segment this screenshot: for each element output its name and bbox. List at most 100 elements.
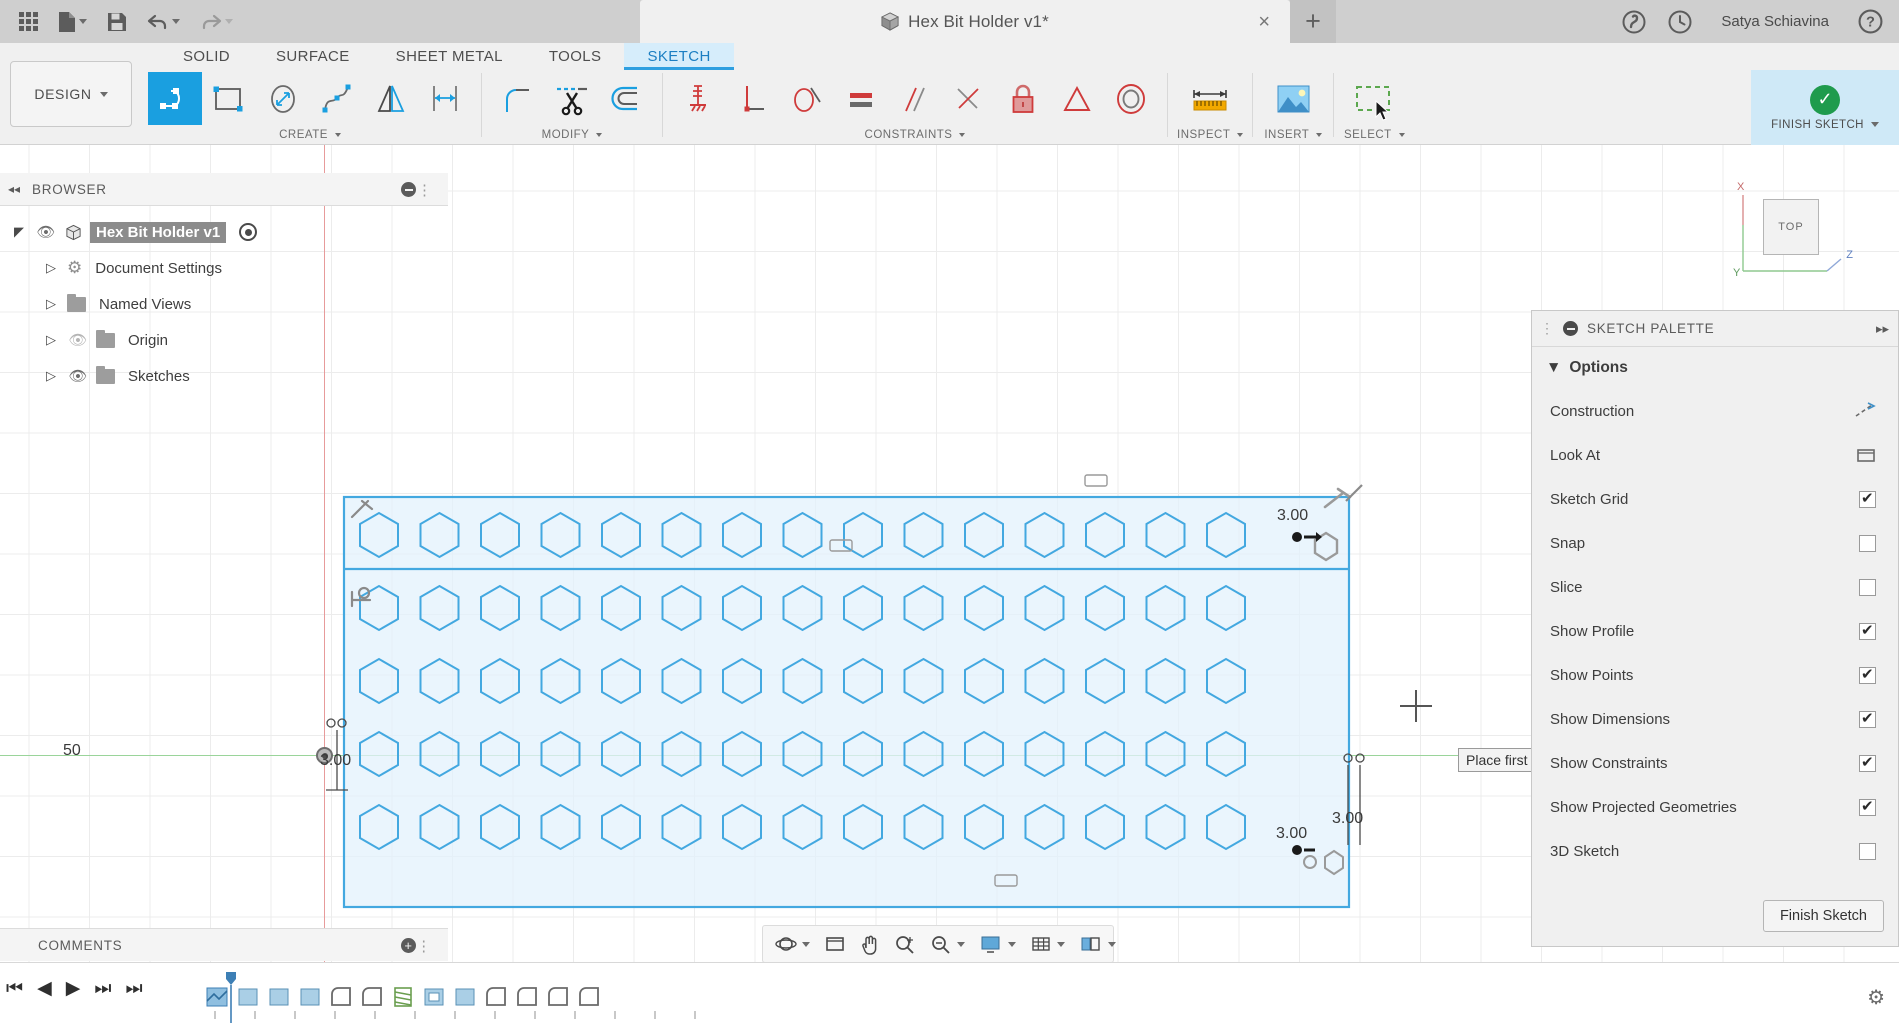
- sketch-grid-checkbox[interactable]: [1859, 491, 1876, 508]
- show-points-checkbox[interactable]: [1859, 667, 1876, 684]
- tab-tools[interactable]: TOOLS: [526, 43, 625, 70]
- fillet-tool-icon[interactable]: [491, 72, 545, 125]
- symmetry-constraint-icon[interactable]: [1050, 72, 1104, 125]
- browser-collapse-icon[interactable]: [401, 182, 416, 197]
- equal-constraint-icon[interactable]: [834, 72, 888, 125]
- snap-checkbox[interactable]: [1859, 535, 1876, 552]
- modify-group-label[interactable]: MODIFY: [542, 129, 603, 141]
- apps-grid-icon[interactable]: [10, 0, 47, 43]
- step-forward-button[interactable]: ⏭: [94, 978, 111, 1000]
- expand-triangle-icon[interactable]: ▷: [42, 296, 60, 312]
- tree-node-root[interactable]: ◤ 👁 Hex Bit Holder v1: [0, 214, 448, 250]
- line-tool-icon[interactable]: [148, 72, 202, 125]
- settings-gear-icon[interactable]: ⚙: [1867, 985, 1885, 1010]
- fillet-feature[interactable]: [360, 985, 384, 1009]
- expand-right-icon[interactable]: ▸▸: [1876, 321, 1889, 337]
- expand-triangle-icon[interactable]: ▷: [42, 368, 60, 384]
- recent-clock-icon[interactable]: [1659, 0, 1701, 43]
- palette-row-look-at[interactable]: Look At: [1532, 433, 1898, 477]
- visibility-eye-icon[interactable]: 👁: [67, 367, 89, 385]
- step-back-button[interactable]: ◀: [37, 977, 52, 1000]
- activate-component-icon[interactable]: [239, 223, 257, 241]
- undo-icon[interactable]: [138, 0, 189, 43]
- perpendicular-constraint-icon[interactable]: [726, 72, 780, 125]
- dimension-label-50[interactable]: 50: [63, 742, 81, 760]
- expand-triangle-icon[interactable]: ▷: [42, 260, 60, 276]
- palette-grip-handle[interactable]: ⋮: [1540, 320, 1554, 337]
- finish-sketch-button[interactable]: ✓ FINISH SKETCH: [1751, 70, 1899, 145]
- tree-node-origin[interactable]: ▷ 👁 Origin: [0, 322, 448, 358]
- design-workspace-button[interactable]: DESIGN: [10, 61, 132, 127]
- look-at-icon[interactable]: [818, 928, 852, 960]
- mirror-tool-icon[interactable]: [364, 72, 418, 125]
- viewports-icon[interactable]: [1073, 928, 1122, 960]
- palette-row-sketch-grid[interactable]: Sketch Grid: [1532, 477, 1898, 521]
- expand-triangle-icon[interactable]: ◤: [10, 224, 28, 240]
- redo-icon[interactable]: [191, 0, 242, 43]
- dimension-label-top-right[interactable]: 3.00: [1277, 507, 1308, 525]
- dimension-label-left[interactable]: 3.00: [320, 752, 351, 770]
- collapse-left-icon[interactable]: ◂◂: [8, 182, 20, 196]
- palette-finish-sketch-button[interactable]: Finish Sketch: [1763, 900, 1884, 932]
- go-to-beginning-button[interactable]: ⏮: [6, 978, 23, 1000]
- tab-solid[interactable]: SOLID: [160, 43, 253, 70]
- pattern-feature[interactable]: [453, 985, 477, 1009]
- palette-row-3d-sketch[interactable]: 3D Sketch: [1532, 829, 1898, 873]
- palette-row-slice[interactable]: Slice: [1532, 565, 1898, 609]
- visibility-eye-icon[interactable]: 👁: [35, 223, 57, 241]
- insert-image-icon[interactable]: [1262, 72, 1324, 125]
- inspect-group-label[interactable]: INSPECT: [1177, 129, 1243, 141]
- sketch-feature[interactable]: [205, 985, 229, 1009]
- dimension-label-bottom-right-2[interactable]: 3.00: [1332, 810, 1363, 828]
- tab-sketch[interactable]: SKETCH: [624, 43, 733, 70]
- zoom-icon[interactable]: [888, 928, 922, 960]
- fix-constraint-icon[interactable]: [672, 72, 726, 125]
- spline-tool-icon[interactable]: [310, 72, 364, 125]
- extension-icon[interactable]: [1613, 0, 1655, 43]
- user-account-label[interactable]: Satya Schiavina: [1705, 13, 1845, 30]
- play-button[interactable]: ▶: [66, 977, 81, 1000]
- trim-scissors-icon[interactable]: [545, 72, 599, 125]
- palette-row-show-points[interactable]: Show Points: [1532, 653, 1898, 697]
- show-dimensions-checkbox[interactable]: [1859, 711, 1876, 728]
- shell-feature[interactable]: [422, 985, 446, 1009]
- palette-options-section[interactable]: ▼ Options: [1532, 347, 1898, 389]
- new-document-icon[interactable]: [49, 0, 96, 43]
- show-projected-geometries-checkbox[interactable]: [1859, 799, 1876, 816]
- go-to-end-button[interactable]: ⏭: [125, 978, 142, 1000]
- fillet-feature[interactable]: [515, 985, 539, 1009]
- dimension-label-bottom-right[interactable]: 3.00: [1276, 825, 1307, 843]
- show-profile-checkbox[interactable]: [1859, 623, 1876, 640]
- select-group-label[interactable]: SELECT: [1344, 129, 1405, 141]
- offset-tool-icon[interactable]: [599, 72, 653, 125]
- tree-node-sketches[interactable]: ▷ 👁 Sketches: [0, 358, 448, 394]
- palette-row-show-profile[interactable]: Show Profile: [1532, 609, 1898, 653]
- grid-settings-icon[interactable]: [1024, 928, 1071, 960]
- insert-group-label[interactable]: INSERT: [1264, 129, 1322, 141]
- circle-tool-icon[interactable]: [256, 72, 310, 125]
- fillet-feature[interactable]: [329, 985, 353, 1009]
- document-tab[interactable]: Hex Bit Holder v1* ×: [640, 0, 1290, 43]
- palette-row-show-projected-geometries[interactable]: Show Projected Geometries: [1532, 785, 1898, 829]
- concentric-constraint-icon[interactable]: [1104, 72, 1158, 125]
- comments-panel[interactable]: COMMENTS + ⋮: [0, 928, 448, 961]
- sketch-dimension-icon[interactable]: [418, 72, 472, 125]
- pan-hand-icon[interactable]: [854, 928, 886, 960]
- add-comment-icon[interactable]: +: [401, 938, 416, 953]
- fillet-feature[interactable]: [546, 985, 570, 1009]
- extrude-feature[interactable]: [236, 985, 260, 1009]
- comments-grip-handle[interactable]: ⋮: [416, 937, 432, 955]
- extrude-feature[interactable]: [267, 985, 291, 1009]
- orbit-icon[interactable]: [769, 928, 816, 960]
- tree-node-document-settings[interactable]: ▷ ⚙ Document Settings: [0, 250, 448, 286]
- select-window-icon[interactable]: [1343, 72, 1405, 125]
- rectangle-tool-icon[interactable]: [202, 72, 256, 125]
- extrude-feature[interactable]: [298, 985, 322, 1009]
- zoom-window-icon[interactable]: [924, 928, 971, 960]
- display-settings-icon[interactable]: [973, 928, 1022, 960]
- tangent-constraint-icon[interactable]: [780, 72, 834, 125]
- measure-ruler-icon[interactable]: [1179, 72, 1241, 125]
- save-icon[interactable]: [98, 0, 136, 43]
- tree-node-named-views[interactable]: ▷ Named Views: [0, 286, 448, 322]
- palette-row-snap[interactable]: Snap: [1532, 521, 1898, 565]
